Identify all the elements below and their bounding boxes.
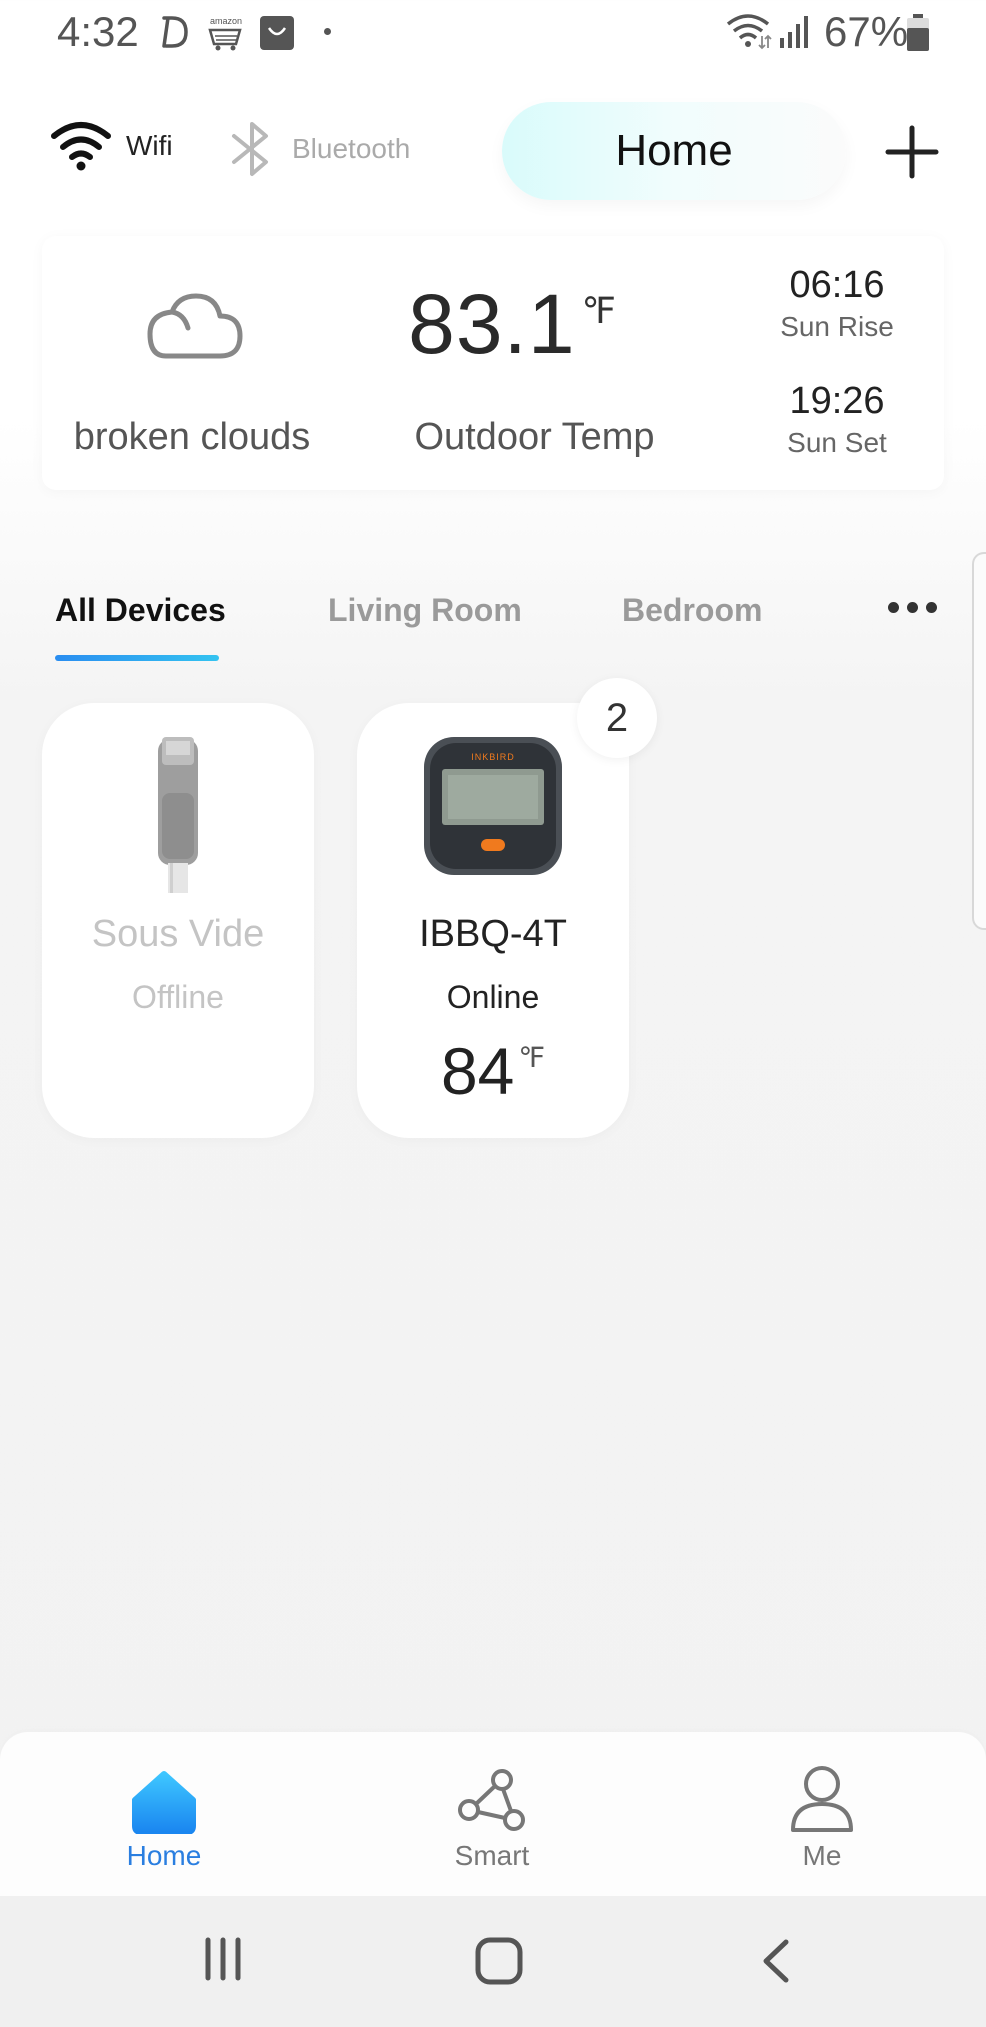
back-icon[interactable] xyxy=(756,1936,796,1986)
system-navigation-bar xyxy=(0,1896,986,2027)
shopping-bag-icon xyxy=(260,16,294,50)
device-card-sous-vide[interactable]: Sous Vide Offline xyxy=(42,703,314,1138)
nav-home-label: Home xyxy=(126,1840,202,1871)
ibbq-device-image: INKBIRD xyxy=(357,733,629,879)
device-name: Sous Vide xyxy=(91,913,265,955)
tab-bedroom[interactable]: Bedroom xyxy=(622,592,762,629)
sunrise-time: 06:16 xyxy=(789,264,885,306)
nav-me-label: Me xyxy=(802,1840,842,1871)
cloud-icon xyxy=(147,293,243,359)
device-card-ibbq-4t[interactable]: INKBIRD IBBQ-4T Online 84 ℉ xyxy=(357,703,629,1138)
dot-icon xyxy=(324,28,331,35)
nav-home[interactable]: Home xyxy=(64,1758,264,1872)
side-drawer-handle[interactable] xyxy=(972,552,986,930)
bluetooth-icon xyxy=(232,122,268,176)
cell-signal-icon xyxy=(780,16,808,48)
svg-text:INKBIRD: INKBIRD xyxy=(471,752,515,762)
status-time: 4:32 xyxy=(57,8,139,55)
weather-card: broken clouds 83.1 ℉ Outdoor Temp 06:16 S… xyxy=(42,236,944,490)
bluetooth-toggle[interactable]: Bluetooth xyxy=(226,120,410,178)
recent-apps-icon[interactable] xyxy=(200,1936,246,1982)
home-icon xyxy=(132,1771,196,1834)
weather-description: broken clouds xyxy=(73,416,311,458)
outdoor-temp-label: Outdoor Temp xyxy=(414,416,655,458)
plus-icon[interactable] xyxy=(882,122,942,182)
device-temperature: 84 ℉ xyxy=(357,1033,629,1109)
bluetooth-label: Bluetooth xyxy=(292,133,411,164)
wifi-label: Wifi xyxy=(126,130,173,161)
device-temperature-value: 84 xyxy=(440,1034,515,1108)
device-name: IBBQ-4T xyxy=(419,913,567,955)
tab-living-room[interactable]: Living Room xyxy=(328,592,522,629)
sunset-time: 19:26 xyxy=(789,380,885,422)
sunrise-label: Sun Rise xyxy=(780,311,894,342)
svg-text:amazon: amazon xyxy=(210,16,242,26)
nav-smart-label: Smart xyxy=(454,1840,530,1871)
temperature-unit: ℉ xyxy=(581,290,616,331)
home-button-icon[interactable] xyxy=(474,1936,524,1986)
room-tabs: All Devices Living Room Bedroom xyxy=(0,580,986,670)
nav-me[interactable]: Me xyxy=(722,1758,922,1872)
home-selector-button[interactable]: Home xyxy=(502,102,846,200)
sous-vide-image xyxy=(42,733,314,893)
wifi-toggle[interactable]: Wifi xyxy=(50,120,173,172)
sunset-info: 19:26 Sun Set xyxy=(722,380,952,459)
battery-percent: 67% xyxy=(824,8,909,55)
tab-all-devices[interactable]: All Devices xyxy=(55,592,226,629)
share-nodes-icon xyxy=(458,1769,525,1831)
amazon-shopping-icon: amazon xyxy=(208,16,242,51)
active-tab-indicator xyxy=(55,655,219,661)
top-bar: Wifi Bluetooth Home xyxy=(0,90,986,210)
bottom-navigation: Home Smart Me xyxy=(0,1732,986,1896)
battery-icon xyxy=(907,14,929,51)
status-bar: 4:32 amazon 67% xyxy=(0,0,986,70)
temperature-value: 83.1 xyxy=(408,277,576,371)
device-status: Offline xyxy=(132,979,224,1015)
outdoor-temp-value: 83.1 ℉ xyxy=(362,276,662,373)
more-tabs-icon[interactable] xyxy=(888,602,937,613)
device-temperature-unit: ℉ xyxy=(518,1042,546,1073)
sunset-label: Sun Set xyxy=(787,427,887,458)
device-status: Online xyxy=(446,979,540,1015)
home-title: Home xyxy=(615,126,733,175)
d-app-icon xyxy=(162,16,188,48)
wifi-icon xyxy=(51,122,111,171)
sunrise-info: 06:16 Sun Rise xyxy=(722,264,952,343)
person-icon xyxy=(791,1766,853,1832)
nav-smart[interactable]: Smart xyxy=(392,1758,592,1872)
probe-count-badge: 2 xyxy=(577,678,657,758)
wifi-signal-icon xyxy=(726,14,772,50)
